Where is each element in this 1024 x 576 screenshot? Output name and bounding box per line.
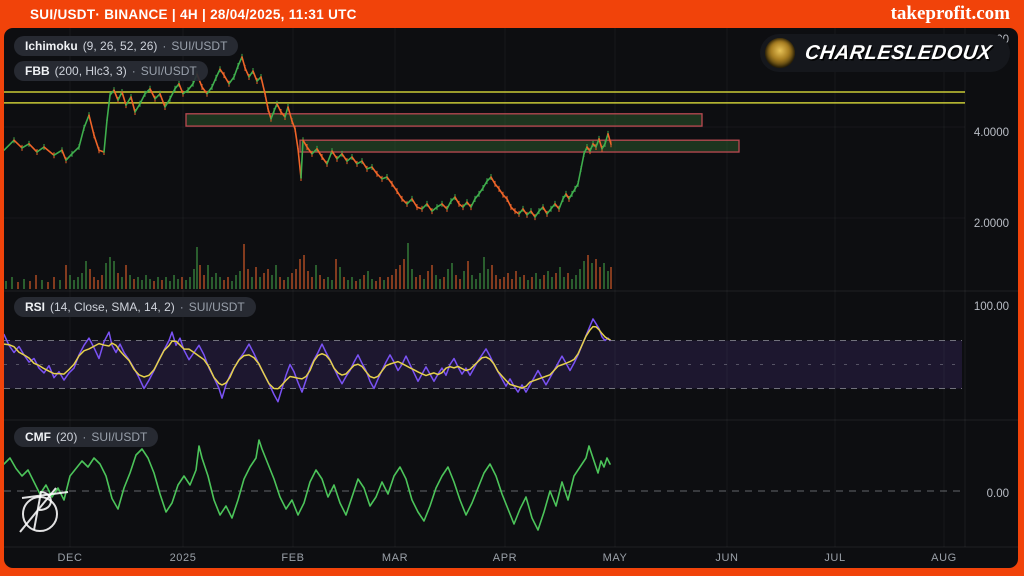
indicator-name: Ichimoku	[25, 39, 78, 53]
rsi-axis-label: 100.00	[949, 301, 1009, 313]
indicator-symbol: SUI/USDT	[189, 300, 245, 314]
watermark-charlesledoux: CHARLESLEDOUX	[760, 34, 1010, 72]
indicator-params: (9, 26, 52, 26)	[83, 39, 158, 53]
indicator-symbol: SUI/USDT	[171, 39, 227, 53]
separator-dot: ·	[82, 430, 86, 444]
indicator-name: FBB	[25, 64, 50, 78]
indicator-symbol: SUI/USDT	[91, 430, 147, 444]
time-axis-label: AUG	[931, 552, 957, 564]
indicator-symbol: SUI/USDT	[141, 64, 197, 78]
indicator-label-rsi[interactable]: RSI (14, Close, SMA, 14, 2) · SUI/USDT	[14, 297, 256, 317]
time-axis-label: APR	[493, 552, 517, 564]
time-axis-label: FEB	[281, 552, 304, 564]
indicator-label-cmf[interactable]: CMF (20) · SUI/USDT	[14, 427, 158, 447]
time-axis-label: DEC	[57, 552, 82, 564]
cmf-axis-label: 0.00	[949, 488, 1009, 500]
separator-dot: ·	[162, 39, 166, 53]
indicator-label-fbb[interactable]: FBB (200, Hlc3, 3) · SUI/USDT	[14, 61, 208, 81]
time-axis-label: JUN	[715, 552, 738, 564]
indicator-params: (14, Close, SMA, 14, 2)	[50, 300, 175, 314]
price-axis-label: 4.0000	[949, 127, 1009, 139]
time-axis-label: MAR	[382, 552, 408, 564]
time-axis-label: 2025	[170, 552, 197, 564]
chart-title: SUI/USDT· BINANCE | 4H | 28/04/2025, 11:…	[30, 7, 357, 22]
separator-dot: ·	[180, 300, 184, 314]
price-axis-label: 2.0000	[949, 218, 1009, 230]
avatar	[765, 38, 795, 68]
time-axis-label: JUL	[824, 552, 845, 564]
indicator-params: (200, Hlc3, 3)	[55, 64, 127, 78]
header: SUI/USDT· BINANCE | 4H | 28/04/2025, 11:…	[0, 0, 1024, 28]
app-frame: SUI/USDT· BINANCE | 4H | 28/04/2025, 11:…	[0, 0, 1024, 576]
indicator-name: RSI	[25, 300, 45, 314]
indicator-params: (20)	[56, 430, 77, 444]
watermark-name: CHARLESLEDOUX	[804, 42, 994, 65]
indicator-name: CMF	[25, 430, 51, 444]
time-axis-label: MAY	[603, 552, 628, 564]
chart-area: Ichimoku (9, 26, 52, 26) · SUI/USDT FBB …	[4, 28, 1018, 568]
indicator-label-ichimoku[interactable]: Ichimoku (9, 26, 52, 26) · SUI/USDT	[14, 36, 238, 56]
brand-link[interactable]: takeprofit.com	[891, 3, 1010, 25]
separator-dot: ·	[132, 64, 136, 78]
